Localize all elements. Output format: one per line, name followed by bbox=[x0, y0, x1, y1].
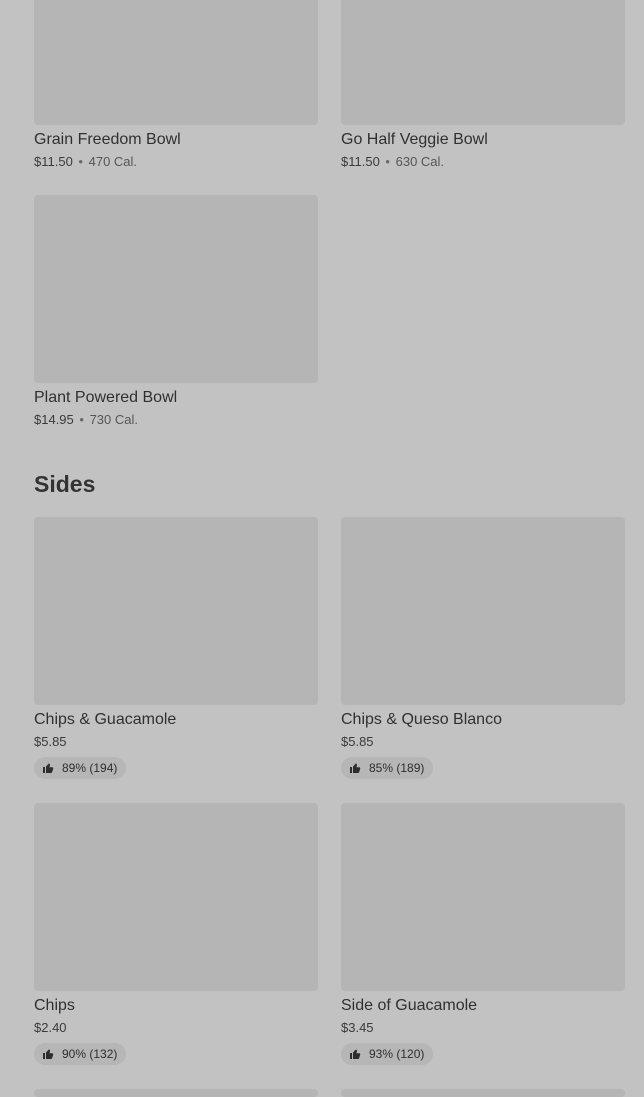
menu-item-name: Go Half Veggie Bowl bbox=[341, 131, 488, 148]
section-title-sides: Sides bbox=[34, 471, 96, 497]
menu-item-name: Side of Guacamole bbox=[341, 997, 478, 1014]
separator-dot: • bbox=[385, 154, 390, 169]
menu-item-card[interactable]: Plant Powered Bowl $14.95 • 730 Cal. bbox=[34, 195, 318, 428]
menu-item-calories: 730 Cal. bbox=[89, 412, 138, 427]
menu-item-price: $11.50 bbox=[341, 154, 380, 169]
rating-badge: 93% (120) bbox=[341, 1043, 434, 1065]
menu-item-card[interactable]: Chips & Queso Blanco $5.85 85% (189) bbox=[341, 517, 625, 779]
menu-item-name: Grain Freedom Bowl bbox=[34, 131, 181, 148]
rating-badge: 89% (194) bbox=[34, 757, 127, 779]
rating-text: 89% (194) bbox=[62, 761, 118, 775]
menu-item-meta: $11.50 • 470 Cal. bbox=[34, 153, 318, 170]
menu-item-price: $5.85 bbox=[341, 734, 374, 749]
separator-dot: • bbox=[78, 154, 83, 169]
menu-item-price: $14.95 bbox=[34, 412, 74, 427]
menu-item-image[interactable] bbox=[341, 1089, 625, 1097]
rating-text: 85% (189) bbox=[369, 761, 425, 775]
menu-item-name: Chips & Guacamole bbox=[34, 711, 177, 728]
menu-item-image[interactable] bbox=[341, 803, 625, 991]
rating-badge: 90% (132) bbox=[34, 1043, 127, 1065]
menu-item-card[interactable] bbox=[34, 1089, 318, 1097]
rating-text: 93% (120) bbox=[369, 1047, 425, 1061]
menu-item-price: $5.85 bbox=[34, 734, 67, 749]
thumbs-up-icon bbox=[350, 1049, 361, 1059]
menu-item-image[interactable] bbox=[341, 0, 625, 125]
menu-item-meta: $11.50 • 630 Cal. bbox=[341, 153, 625, 170]
menu-item-image[interactable] bbox=[34, 803, 318, 991]
menu-item-price: $11.50 bbox=[34, 154, 73, 169]
menu-page: Grain Freedom Bowl $11.50 • 470 Cal. Go … bbox=[0, 0, 644, 1097]
rating-badge: 85% (189) bbox=[341, 757, 434, 779]
menu-item-card[interactable]: Side of Guacamole $3.45 93% (120) bbox=[341, 803, 625, 1065]
menu-item-card[interactable]: Chips $2.40 90% (132) bbox=[34, 803, 318, 1065]
menu-item-price: $3.45 bbox=[341, 1020, 374, 1035]
separator-dot: • bbox=[79, 412, 84, 427]
menu-item-price: $2.40 bbox=[34, 1020, 67, 1035]
menu-item-meta: $14.95 • 730 Cal. bbox=[34, 411, 318, 428]
menu-item-calories: 470 Cal. bbox=[88, 154, 138, 169]
menu-item-card[interactable]: Chips & Guacamole $5.85 89% (194) bbox=[34, 517, 318, 779]
menu-item-name: Chips bbox=[34, 997, 75, 1014]
menu-item-image[interactable] bbox=[34, 0, 318, 125]
menu-item-card[interactable] bbox=[341, 1089, 625, 1097]
rating-text: 90% (132) bbox=[62, 1047, 118, 1061]
thumbs-up-icon bbox=[43, 1049, 54, 1059]
menu-item-image[interactable] bbox=[34, 195, 318, 383]
menu-item-name: Plant Powered Bowl bbox=[34, 389, 178, 406]
menu-item-card[interactable]: Grain Freedom Bowl $11.50 • 470 Cal. bbox=[34, 0, 318, 170]
menu-item-image[interactable] bbox=[341, 517, 625, 705]
thumbs-up-icon bbox=[43, 763, 54, 773]
menu-item-calories: 630 Cal. bbox=[395, 154, 445, 169]
menu-item-image[interactable] bbox=[34, 1089, 318, 1097]
menu-item-card[interactable]: Go Half Veggie Bowl $11.50 • 630 Cal. bbox=[341, 0, 625, 170]
menu-item-name: Chips & Queso Blanco bbox=[341, 711, 502, 728]
thumbs-up-icon bbox=[350, 763, 361, 773]
menu-item-image[interactable] bbox=[34, 517, 318, 705]
